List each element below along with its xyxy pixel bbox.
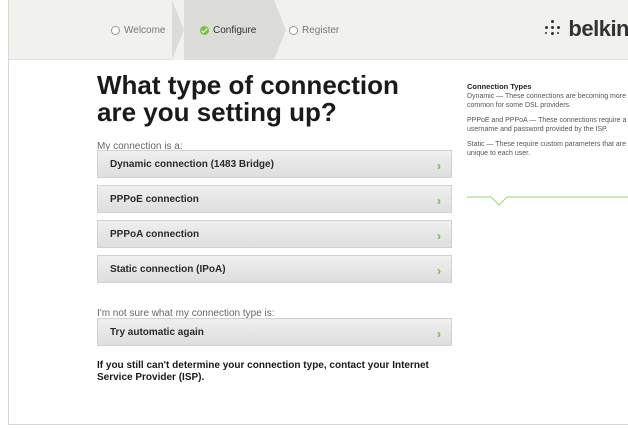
try-automatic-button[interactable]: Try automatic again ›› <box>97 318 452 346</box>
sidebar-title: Connection Types <box>467 82 532 91</box>
sidebar-divider <box>467 196 628 206</box>
step-label: Register <box>302 24 340 36</box>
step-label: Welcome <box>124 24 166 36</box>
option-label: PPPoE connection <box>110 193 199 205</box>
step-register[interactable]: Register <box>285 0 365 60</box>
logo-text: belkin <box>568 16 628 41</box>
empty-circle-icon <box>111 25 120 35</box>
sidebar-paragraph: Dynamic — These connections are becoming… <box>467 93 627 109</box>
step-label: Configure <box>213 24 257 36</box>
step-configure[interactable]: Configure <box>172 0 274 60</box>
router-setup-page: Welcome Configure Register belkin What t… <box>8 0 628 425</box>
option-dynamic-button[interactable]: Dynamic connection (1483 Bridge) ›› <box>97 150 452 178</box>
check-circle-icon <box>200 25 209 35</box>
option-label: Try automatic again <box>110 326 204 338</box>
belkin-logo: belkin <box>542 16 628 42</box>
option-pppoa-button[interactable]: PPPoA connection ›› <box>97 220 452 248</box>
option-label: Static connection (IPoA) <box>110 263 226 275</box>
empty-circle-icon <box>289 25 298 35</box>
sidebar-paragraph: PPPoE and PPPoA — These connections requ… <box>467 117 627 133</box>
help-sidebar: Connection Types Dynamic — These connect… <box>467 82 628 164</box>
wizard-header: Welcome Configure Register belkin <box>9 0 628 60</box>
step-welcome[interactable]: Welcome <box>101 0 181 60</box>
page-title: What type of connection are you setting … <box>97 70 399 127</box>
option-label: Dynamic connection (1483 Bridge) <box>110 158 274 170</box>
sidebar-paragraph: Static — These require custom parameters… <box>467 141 626 157</box>
option-pppoe-button[interactable]: PPPoE connection ›› <box>97 185 452 213</box>
logo-dots-icon <box>542 18 564 40</box>
step-arrow-left <box>172 0 184 60</box>
option-static-button[interactable]: Static connection (IPoA) ›› <box>97 255 452 283</box>
option-label: PPPoA connection <box>110 228 200 240</box>
isp-note: If you still can't determine your connec… <box>97 360 429 383</box>
